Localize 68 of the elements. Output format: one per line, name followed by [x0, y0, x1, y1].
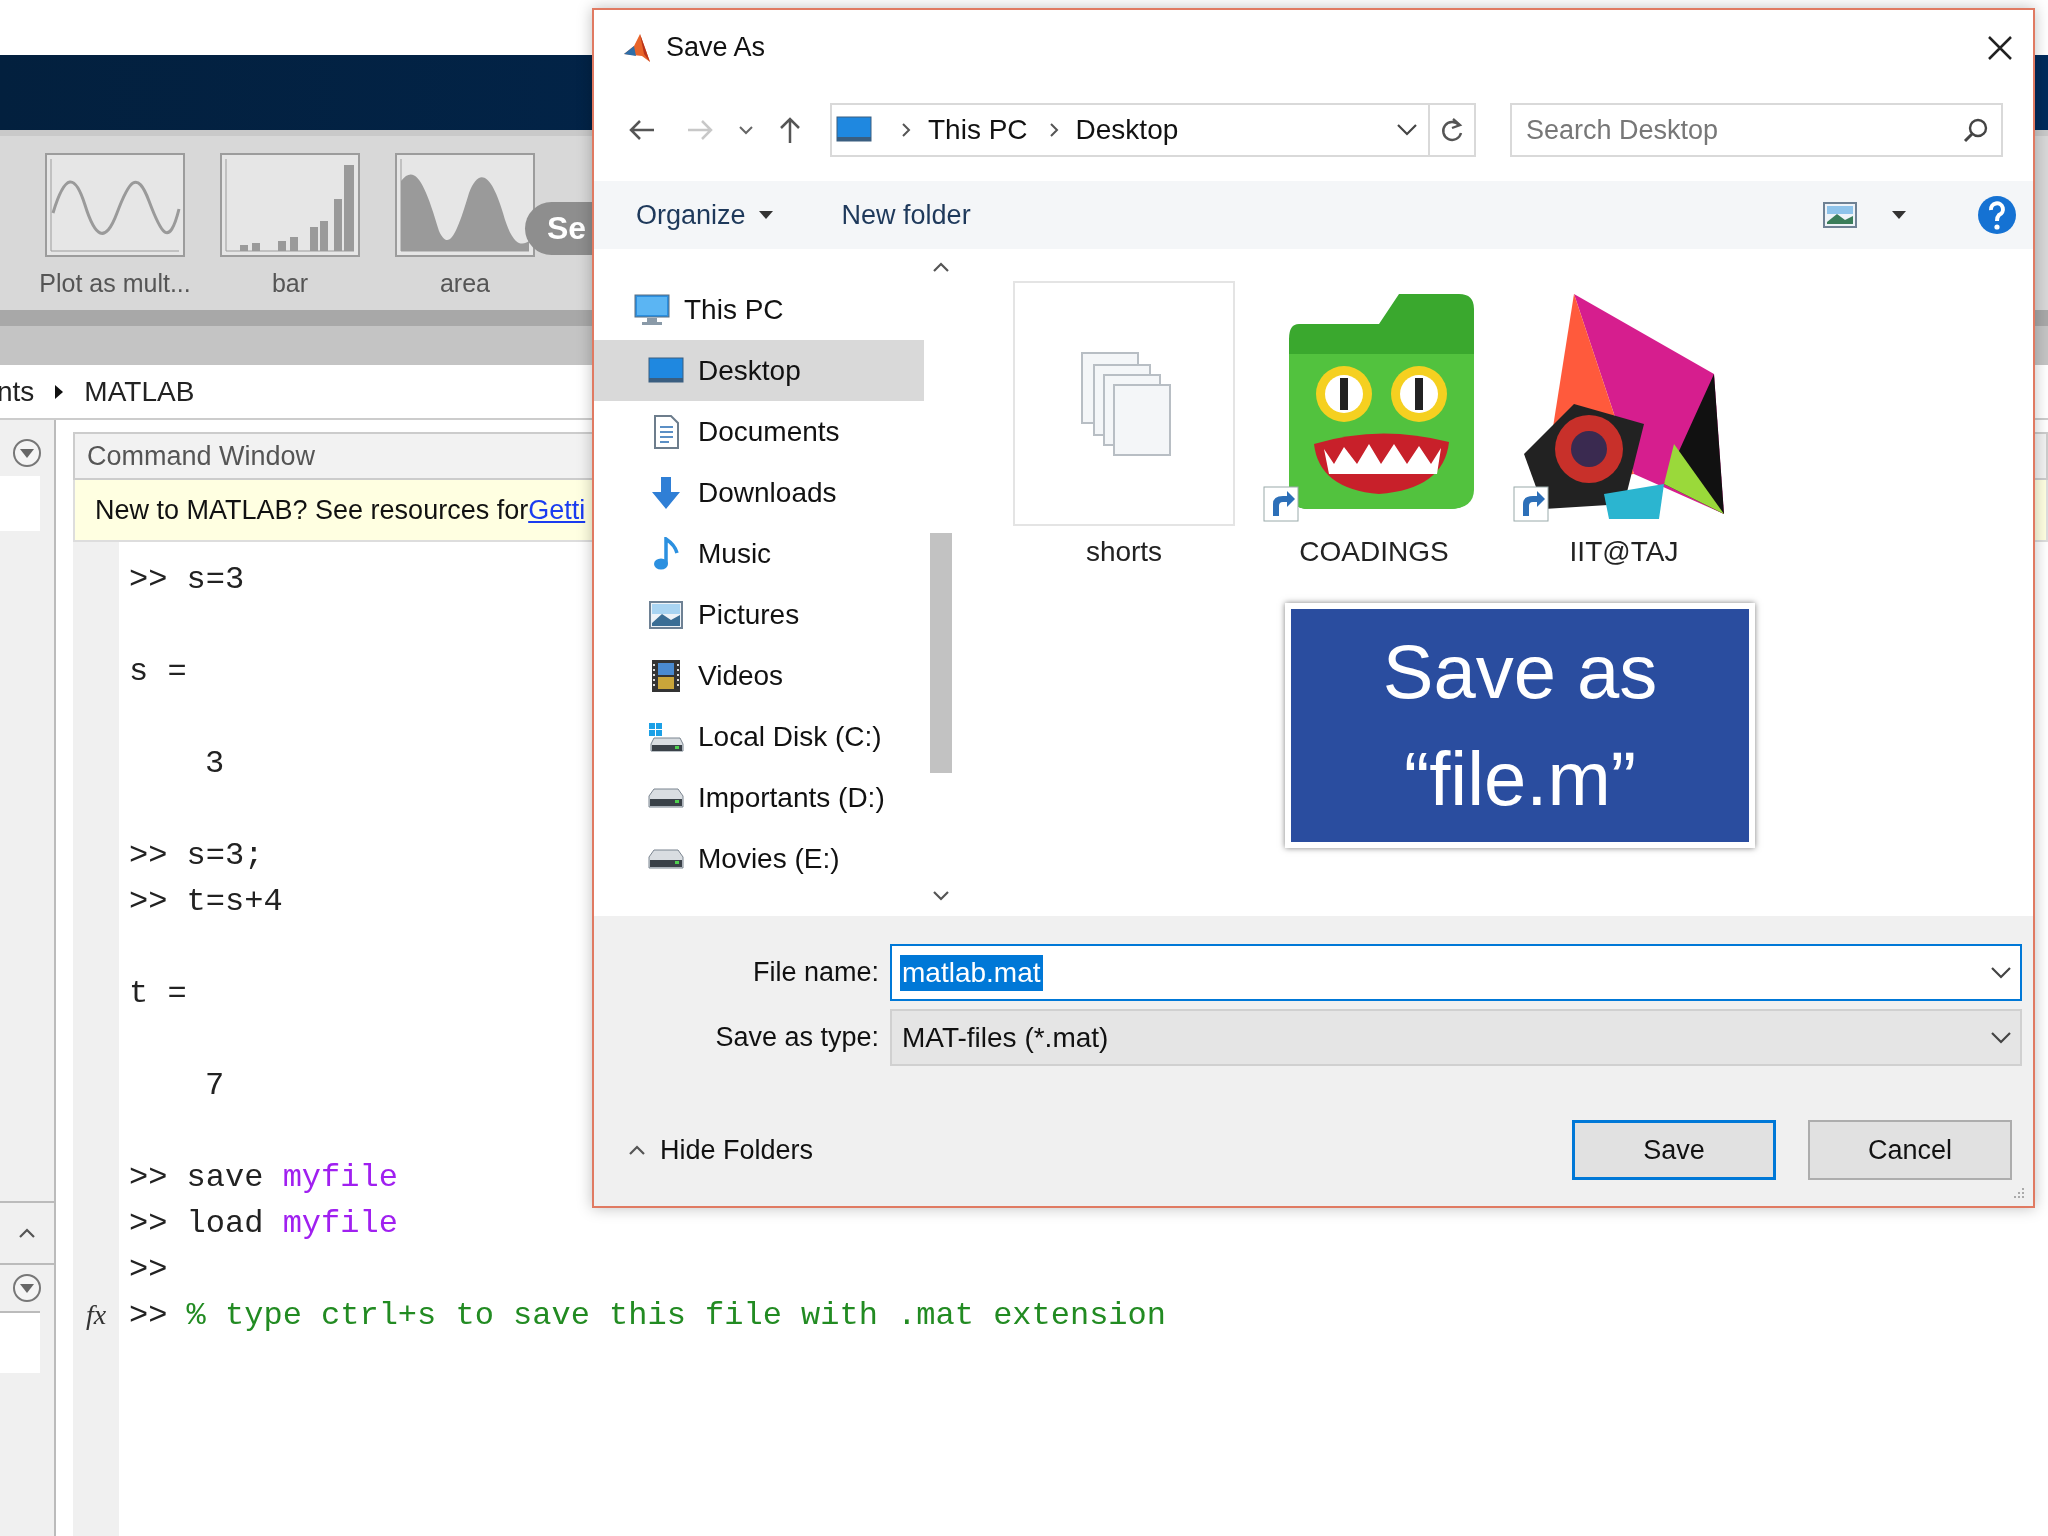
caret-icon[interactable]: [757, 210, 774, 220]
address-field[interactable]: This PC Desktop: [830, 103, 1430, 157]
code-line: >>: [128, 1250, 168, 1288]
callout-text: Save as: [1382, 628, 1658, 717]
output-line: 7: [204, 1066, 225, 1104]
output-line: 3: [204, 744, 225, 782]
banner-text: New to MATLAB? See resources for: [95, 494, 529, 526]
field-label: File name:: [751, 957, 879, 988]
code-line: >> s=3;: [128, 836, 264, 874]
nav-item[interactable]: Movies (E:): [594, 828, 924, 889]
code-line: >> % type ctrl+s to save this file with .mat extension: [128, 1296, 1166, 1334]
link[interactable]: Getti: [528, 494, 586, 526]
code-line: >> load myfile: [128, 1204, 398, 1242]
file-type-dropdown[interactable]: MAT-files (*.mat): [890, 1009, 2022, 1066]
code-line: >> save myfile: [128, 1158, 398, 1196]
file-name-field[interactable]: matlab.mat: [890, 944, 2022, 1001]
scroll-up-icon[interactable]: [932, 261, 950, 273]
hide-folders-button[interactable]: Hide Folders: [622, 1133, 820, 1167]
chevron-up-icon: [628, 1144, 646, 1156]
output-line: t =: [128, 974, 187, 1012]
drive-icon: [648, 848, 684, 869]
chevron-icon[interactable]: [900, 121, 912, 139]
dropdown-icon[interactable]: [1990, 1030, 2012, 1045]
field-label: Save as type:: [714, 1022, 879, 1053]
window-title: Save As: [666, 32, 766, 63]
breadcrumb-item[interactable]: This PC: [928, 114, 1028, 146]
callout-text: “file.m”: [1403, 734, 1637, 823]
nav-item[interactable]: This PC: [594, 279, 924, 340]
arrow-icon: [54, 383, 65, 400]
code-line: >> s=3: [128, 560, 245, 598]
menu-button[interactable]: Organize: [624, 193, 786, 237]
selected-text: matlab.mat: [900, 954, 1043, 991]
toolbar-button[interactable]: New folder: [829, 193, 983, 237]
nav-item[interactable]: Videos: [594, 645, 924, 706]
chevron-icon[interactable]: [1047, 121, 1060, 139]
code-line: >> t=s+4: [128, 882, 283, 920]
breadcrumb-item[interactable]: MATLAB: [84, 375, 195, 408]
nav-item[interactable]: Desktop: [594, 340, 924, 401]
function-icon[interactable]: fx: [85, 1299, 107, 1331]
chevron-up-icon[interactable]: [18, 1227, 36, 1239]
help-icon[interactable]: [1977, 195, 2017, 235]
resize-grip-icon[interactable]: [2012, 1186, 2026, 1200]
collapse-icon[interactable]: [12, 1273, 42, 1303]
monitor-icon: [634, 293, 670, 326]
breadcrumb-item[interactable]: Desktop: [1075, 114, 1179, 146]
nav-item[interactable]: Music: [594, 523, 924, 584]
drive-icon: [648, 787, 684, 808]
system-drive-icon: [648, 721, 684, 752]
refresh-button[interactable]: [1430, 103, 1476, 157]
output-line: s =: [128, 652, 187, 690]
caret-icon[interactable]: [1891, 210, 1907, 220]
desktop-icon: [648, 355, 684, 386]
pictures-icon: [648, 600, 684, 629]
nav-item[interactable]: Local Disk (C:): [594, 706, 924, 767]
scroll-thumb[interactable]: [930, 533, 952, 773]
collapse-icon[interactable]: [12, 438, 42, 468]
monitor-icon: [836, 115, 872, 145]
dropdown-icon[interactable]: [1990, 965, 2012, 980]
cancel-button[interactable]: Cancel: [1808, 1120, 2012, 1180]
nav-item[interactable]: Pictures: [594, 584, 924, 645]
refresh-icon[interactable]: [1439, 116, 1465, 144]
scroll-down-icon[interactable]: [932, 890, 950, 902]
nav-item[interactable]: Importants (D:): [594, 767, 924, 828]
search-field[interactable]: Search Desktop: [1510, 103, 2003, 157]
dropdown-icon[interactable]: [1396, 123, 1418, 137]
save-button[interactable]: Save: [1572, 1120, 1776, 1180]
view-icon[interactable]: [1823, 202, 1857, 228]
search-icon[interactable]: [1963, 117, 1989, 143]
